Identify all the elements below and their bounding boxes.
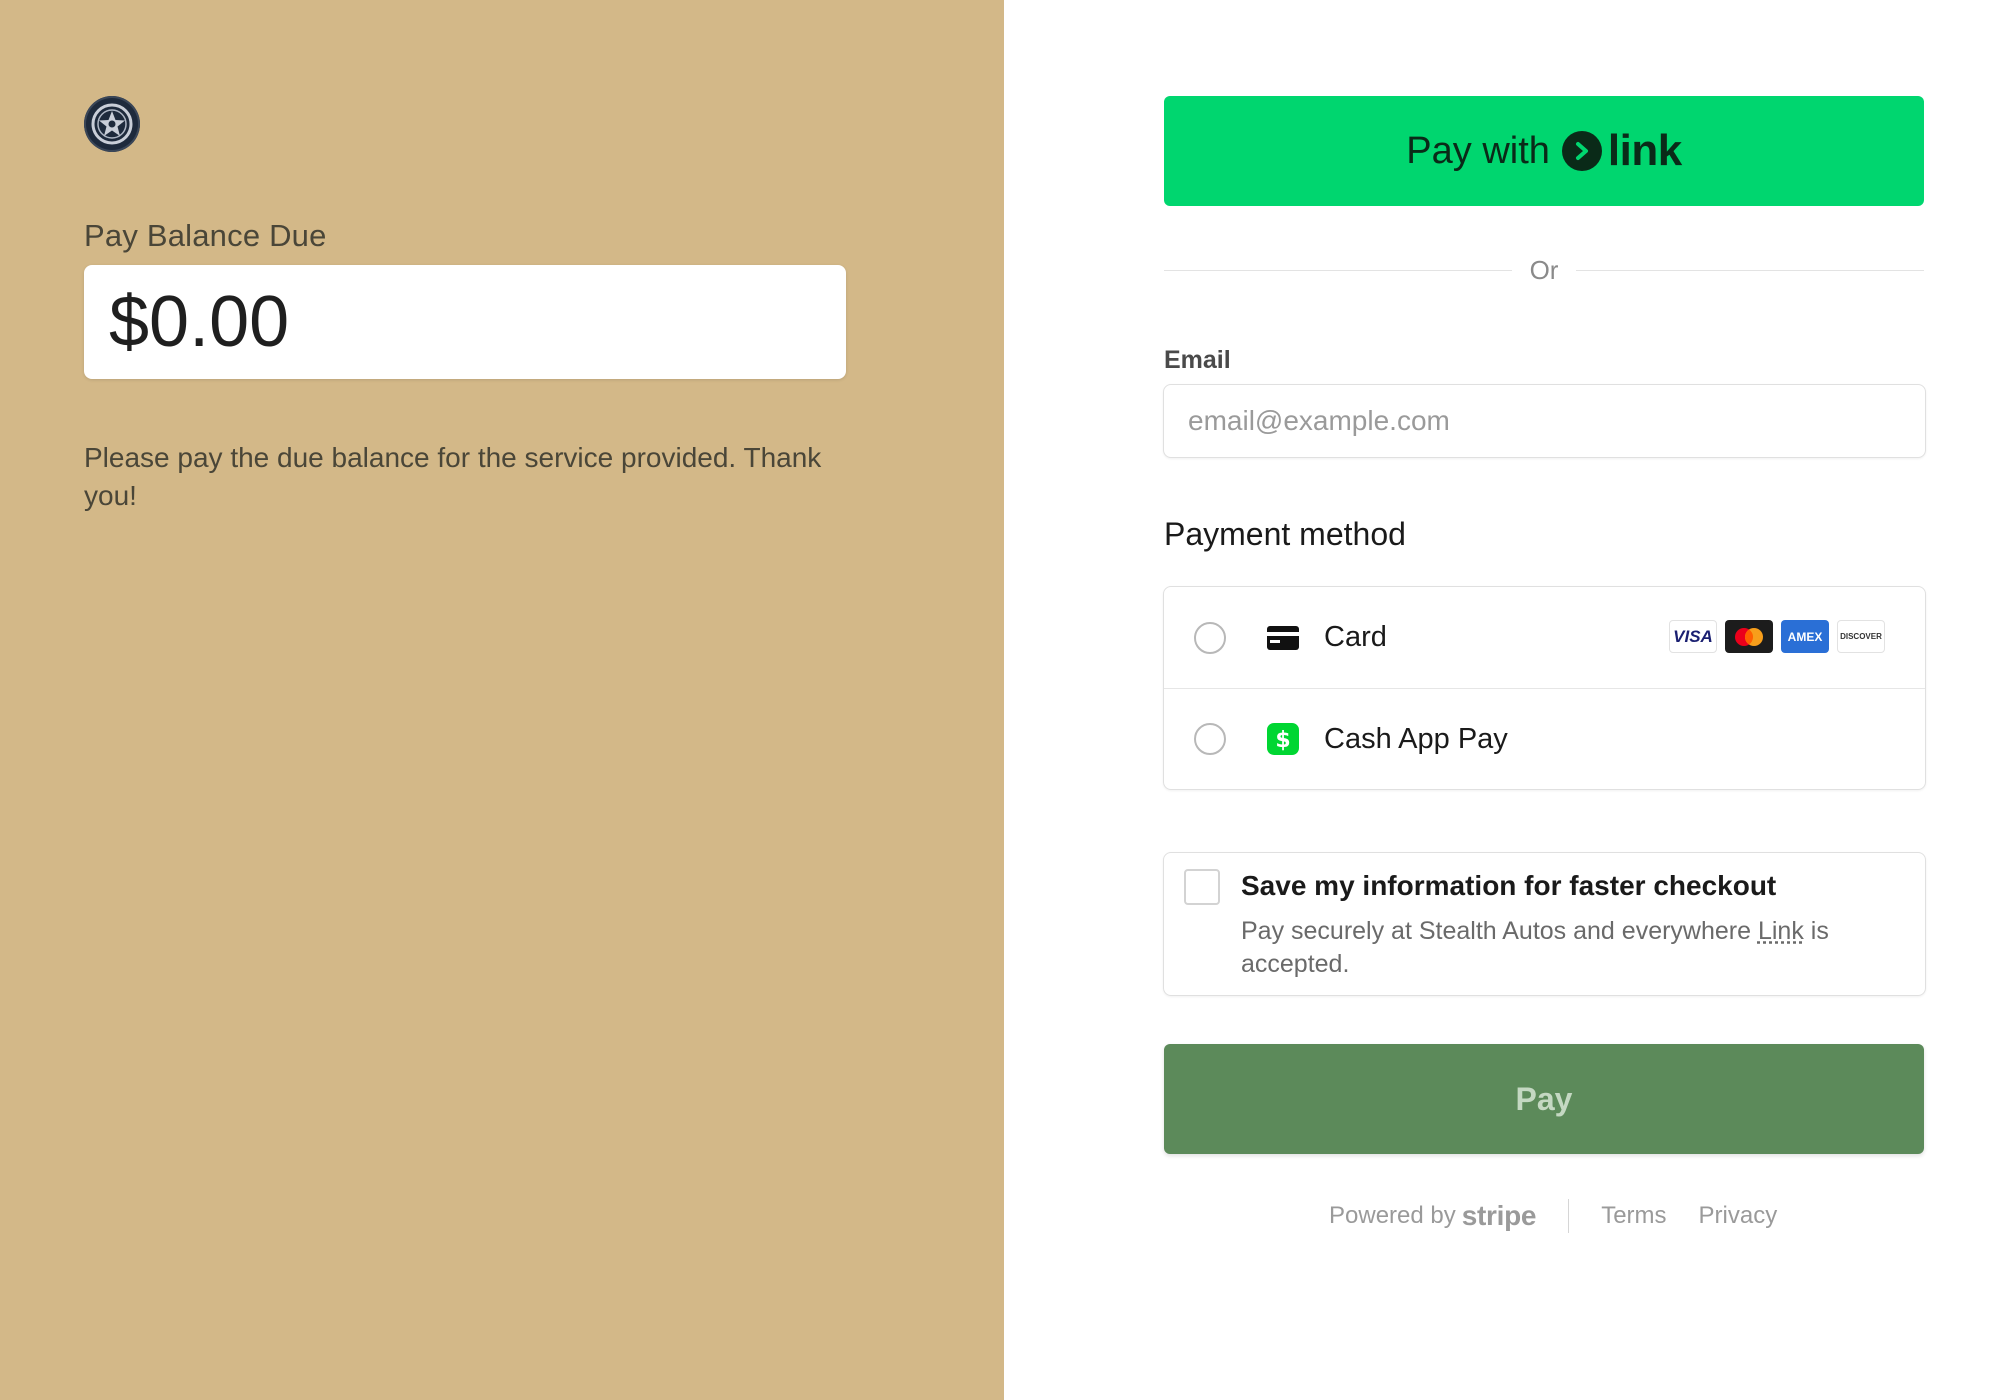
save-info-description: Pay securely at Stealth Autos and everyw… bbox=[1241, 915, 1881, 981]
terms-link[interactable]: Terms bbox=[1601, 1202, 1666, 1230]
divider-line bbox=[1164, 269, 1512, 271]
payment-method-list: Card VISA AMEX DISCOVER $ Cash App Pay bbox=[1163, 586, 1926, 790]
link-button-prefix: Pay with bbox=[1406, 129, 1550, 172]
wheel-icon bbox=[91, 103, 133, 145]
powered-by-text: Powered by bbox=[1329, 1202, 1456, 1229]
stripe-logo[interactable]: stripe bbox=[1462, 1200, 1537, 1232]
email-input[interactable] bbox=[1163, 384, 1926, 458]
payment-option-cash-app[interactable]: $ Cash App Pay bbox=[1164, 688, 1925, 789]
link-info-link[interactable]: Link bbox=[1758, 917, 1804, 945]
order-summary-pane: Pay Balance Due $0.00 Please pay the due… bbox=[0, 0, 1004, 1400]
cash-app-option-label: Cash App Pay bbox=[1324, 722, 1508, 755]
svg-text:$: $ bbox=[1275, 728, 1290, 753]
cash-app-icon: $ bbox=[1266, 722, 1300, 756]
balance-label: Pay Balance Due bbox=[84, 218, 327, 253]
pay-button[interactable]: Pay bbox=[1164, 1044, 1924, 1154]
or-divider: Or bbox=[1164, 254, 1925, 285]
save-info-checkbox[interactable] bbox=[1184, 869, 1220, 905]
link-brand-text: link bbox=[1607, 126, 1682, 175]
amex-logo: AMEX bbox=[1781, 620, 1829, 653]
divider-line bbox=[1576, 269, 1925, 271]
payment-method-title: Payment method bbox=[1164, 516, 1406, 552]
save-info-desc-start: Pay securely at Stealth Autos and everyw… bbox=[1241, 917, 1758, 945]
email-label: Email bbox=[1164, 346, 1231, 374]
discover-logo: DISCOVER bbox=[1837, 620, 1885, 653]
visa-logo: VISA bbox=[1669, 620, 1717, 653]
pay-with-link-button[interactable]: Pay with link bbox=[1164, 96, 1924, 206]
footer: Powered by stripe Terms Privacy bbox=[1329, 1198, 1777, 1234]
or-label: Or bbox=[1529, 254, 1559, 285]
mastercard-logo bbox=[1725, 620, 1773, 653]
payment-option-card[interactable]: Card VISA AMEX DISCOVER bbox=[1164, 587, 1925, 688]
card-radio[interactable] bbox=[1194, 621, 1226, 654]
credit-card-icon bbox=[1266, 621, 1300, 655]
amount-value: $0.00 bbox=[109, 282, 290, 362]
card-option-label: Card bbox=[1324, 621, 1387, 653]
footer-separator bbox=[1568, 1199, 1570, 1233]
amount-display: $0.00 bbox=[84, 265, 846, 379]
save-info-title: Save my information for faster checkout bbox=[1241, 870, 1777, 901]
cash-app-radio[interactable] bbox=[1194, 723, 1226, 755]
privacy-link[interactable]: Privacy bbox=[1699, 1202, 1778, 1230]
payment-description: Please pay the due balance for the servi… bbox=[84, 442, 822, 511]
link-arrow-icon bbox=[1561, 131, 1602, 171]
save-info-panel: Save my information for faster checkout … bbox=[1163, 852, 1926, 996]
merchant-logo bbox=[84, 96, 140, 152]
card-brands: VISA AMEX DISCOVER bbox=[1669, 620, 1885, 653]
